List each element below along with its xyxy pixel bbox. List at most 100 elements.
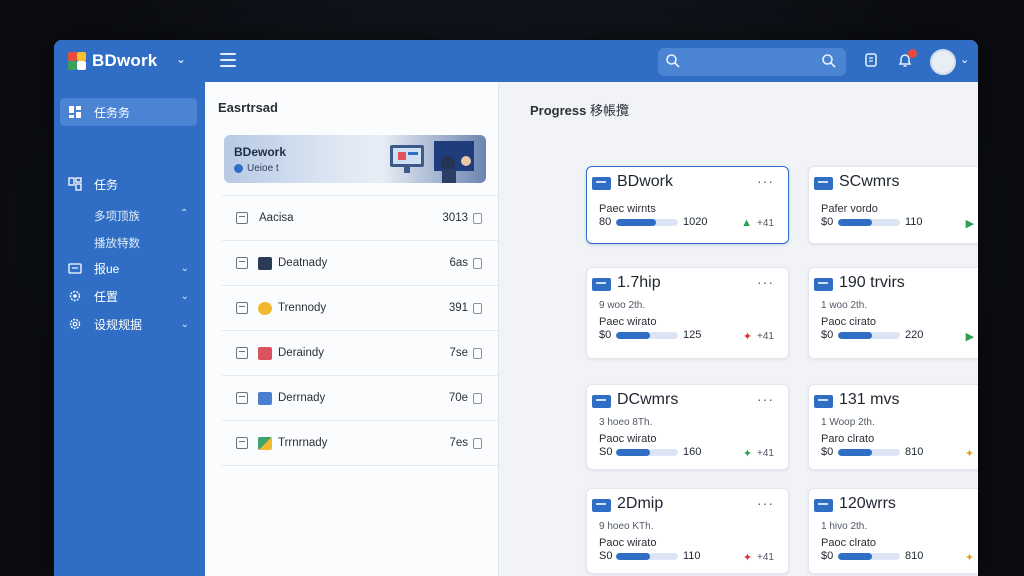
chevron-down-icon[interactable]: ⌄ xyxy=(176,52,186,66)
card-value: 220 xyxy=(905,329,924,341)
card-start-value: $0 xyxy=(821,446,834,458)
card-subtitle: 1 Woop 2th. xyxy=(821,417,875,428)
progress-title-main: Progress xyxy=(530,103,587,118)
card-subtitle: 1 woo 2th. xyxy=(821,300,868,311)
card-start-value: $0 xyxy=(599,329,612,341)
card-value: 160 xyxy=(683,446,702,458)
top-bar: BDwork ⌄ ⌄ xyxy=(54,40,978,82)
gear-icon xyxy=(69,318,81,330)
office-illustration xyxy=(390,141,474,183)
progress-card[interactable]: BDwork ··· Paec wirnts 80 1020 ▲ +41 xyxy=(586,166,789,244)
sidebar-item-label: 设规规据 xyxy=(94,317,143,332)
submenu-item[interactable]: 多项顶族 xyxy=(94,208,140,224)
card-trend: ▲ +41 xyxy=(741,217,774,229)
search-input[interactable] xyxy=(658,48,846,76)
card-start-value: S0 xyxy=(599,446,613,458)
more-icon[interactable]: ··· xyxy=(757,274,774,290)
card-trend: ▶+41 xyxy=(966,330,978,343)
card-value: 110 xyxy=(905,216,923,228)
card-icon xyxy=(814,499,833,512)
file-list: Aacisa 3013 Deatnady 6as Trennody 391 De… xyxy=(222,195,498,466)
card-trend: ✦+22 xyxy=(965,447,978,460)
progress-title: Progress 移帳攬 xyxy=(530,100,629,119)
card-subtitle: 1 hivo 2th. xyxy=(821,521,868,532)
brand[interactable]: BDwork xyxy=(68,51,157,71)
card-start-value: 80 xyxy=(599,216,612,228)
trend-icon: ✦ xyxy=(742,331,753,343)
notification-badge xyxy=(908,49,917,58)
progress-card[interactable]: 2Dmip ··· 9 hoeo KTh. Paoc wirato S0 110 ✦ +41 xyxy=(586,488,789,574)
lock-icon xyxy=(473,257,482,269)
progress-bar xyxy=(616,219,678,226)
sidebar-item-settings[interactable]: 任置 ⌄ xyxy=(60,282,197,310)
card-start-value: $0 xyxy=(821,216,834,228)
card-label: Paec wirnts xyxy=(599,203,656,215)
submenu-item[interactable]: 播放特数 xyxy=(94,235,140,251)
search-icon[interactable] xyxy=(821,53,837,69)
progress-card[interactable]: 120wrrs···1 hivo 2th.Paoc clrato$0810✦+2… xyxy=(808,488,978,574)
list-item[interactable]: Trennody 391 xyxy=(222,286,498,331)
card-label: Paoc wirato xyxy=(599,537,657,549)
sidebar-item-dashboard[interactable]: 任务务 xyxy=(60,98,197,126)
trend-icon: ✦ xyxy=(964,448,975,460)
lightbulb-icon xyxy=(258,301,272,315)
folder-icon xyxy=(68,263,82,274)
card-icon xyxy=(814,395,833,408)
list-item[interactable]: Trrnrnady 7es xyxy=(222,421,498,466)
card-title: 120wrrs xyxy=(839,495,896,512)
card-trend: ✦ +41 xyxy=(743,330,774,343)
list-item[interactable]: Aacisa 3013 xyxy=(222,196,498,241)
banner[interactable]: BDework Ueioe t xyxy=(224,135,486,183)
list-item[interactable]: Derrnady 70e xyxy=(222,376,498,421)
banner-title: BDework xyxy=(234,145,287,159)
chevron-down-icon[interactable]: ⌄ xyxy=(960,53,969,66)
list-item-value: 391 xyxy=(448,302,468,314)
card-label: Paro clrato xyxy=(821,433,875,445)
progress-card[interactable]: 131 mvs···1 Woop 2th.Paro clrato$0810✦+2… xyxy=(808,384,978,470)
chevron-up-icon[interactable]: ⌃ xyxy=(180,208,188,219)
card-start-value: S0 xyxy=(599,550,613,562)
list-item[interactable]: Deatnady 6as xyxy=(222,241,498,286)
trend-value: +41 xyxy=(757,331,774,342)
clipboard-icon[interactable] xyxy=(862,51,880,69)
card-subtitle: 3 hoeo 8Th. xyxy=(599,417,653,428)
progress-card[interactable]: 190 trvirs···1 woo 2th.Paoc cirato$0220▶… xyxy=(808,267,978,359)
trend-value: +41 xyxy=(757,552,774,563)
sidebar-item-tasks[interactable]: 任务 xyxy=(60,170,197,198)
card-trend: ▶+41 xyxy=(966,217,978,230)
card-value: 1020 xyxy=(683,216,708,228)
document-icon xyxy=(236,347,248,359)
progress-bar xyxy=(616,332,678,339)
list-item-name: Trrnrnady xyxy=(278,437,328,449)
card-icon xyxy=(814,177,833,190)
document-icon xyxy=(236,392,248,404)
trend-value: +41 xyxy=(757,448,774,459)
card-subtitle: 9 hoeo KTh. xyxy=(599,521,654,532)
card-start-value: $0 xyxy=(821,329,834,341)
list-item[interactable]: Deraindy 7se xyxy=(222,331,498,376)
card-icon xyxy=(592,499,611,512)
more-icon[interactable]: ··· xyxy=(757,495,774,511)
sidebar-item-label: 任务 xyxy=(94,177,119,192)
menu-icon[interactable] xyxy=(220,53,236,67)
settings-icon xyxy=(69,290,81,302)
card-label: Paec wirato xyxy=(599,316,657,328)
left-panel: Easrtrsad BDework Ueioe t Aacisa 3013 De… xyxy=(205,82,499,576)
progress-card[interactable]: 1.7hip ··· 9 woo 2th. Paec wirato $0 125 ✦ +41 xyxy=(586,267,789,359)
more-icon[interactable]: ··· xyxy=(757,173,774,189)
card-title: 2Dmip xyxy=(617,495,664,512)
more-icon[interactable]: ··· xyxy=(757,391,774,407)
avatar[interactable] xyxy=(930,49,956,75)
progress-card[interactable]: SCwmrs···Pafer vordo$0110▶+41 xyxy=(808,166,978,244)
list-item-name: Deraindy xyxy=(278,347,325,359)
dashboard-icon xyxy=(69,106,81,118)
sidebar-item-system[interactable]: 设规规据 ⌄ xyxy=(60,310,197,338)
card-start-value: $0 xyxy=(821,550,834,562)
card-icon xyxy=(592,395,611,408)
card-icon xyxy=(814,278,833,291)
sidebar-item-label: 任置 xyxy=(94,289,119,304)
progress-card[interactable]: DCwmrs ··· 3 hoeo 8Th. Paoc wirato S0 160 ✦ +41 xyxy=(586,384,789,470)
card-icon xyxy=(592,177,611,190)
sidebar-item-reports[interactable]: 报ue ⌄ xyxy=(60,254,197,282)
sidebar: 任务务 任务 多项顶族 ⌃ 播放特数 报ue ⌄ 任置 ⌄ 设规规据 ⌄ xyxy=(54,82,205,576)
